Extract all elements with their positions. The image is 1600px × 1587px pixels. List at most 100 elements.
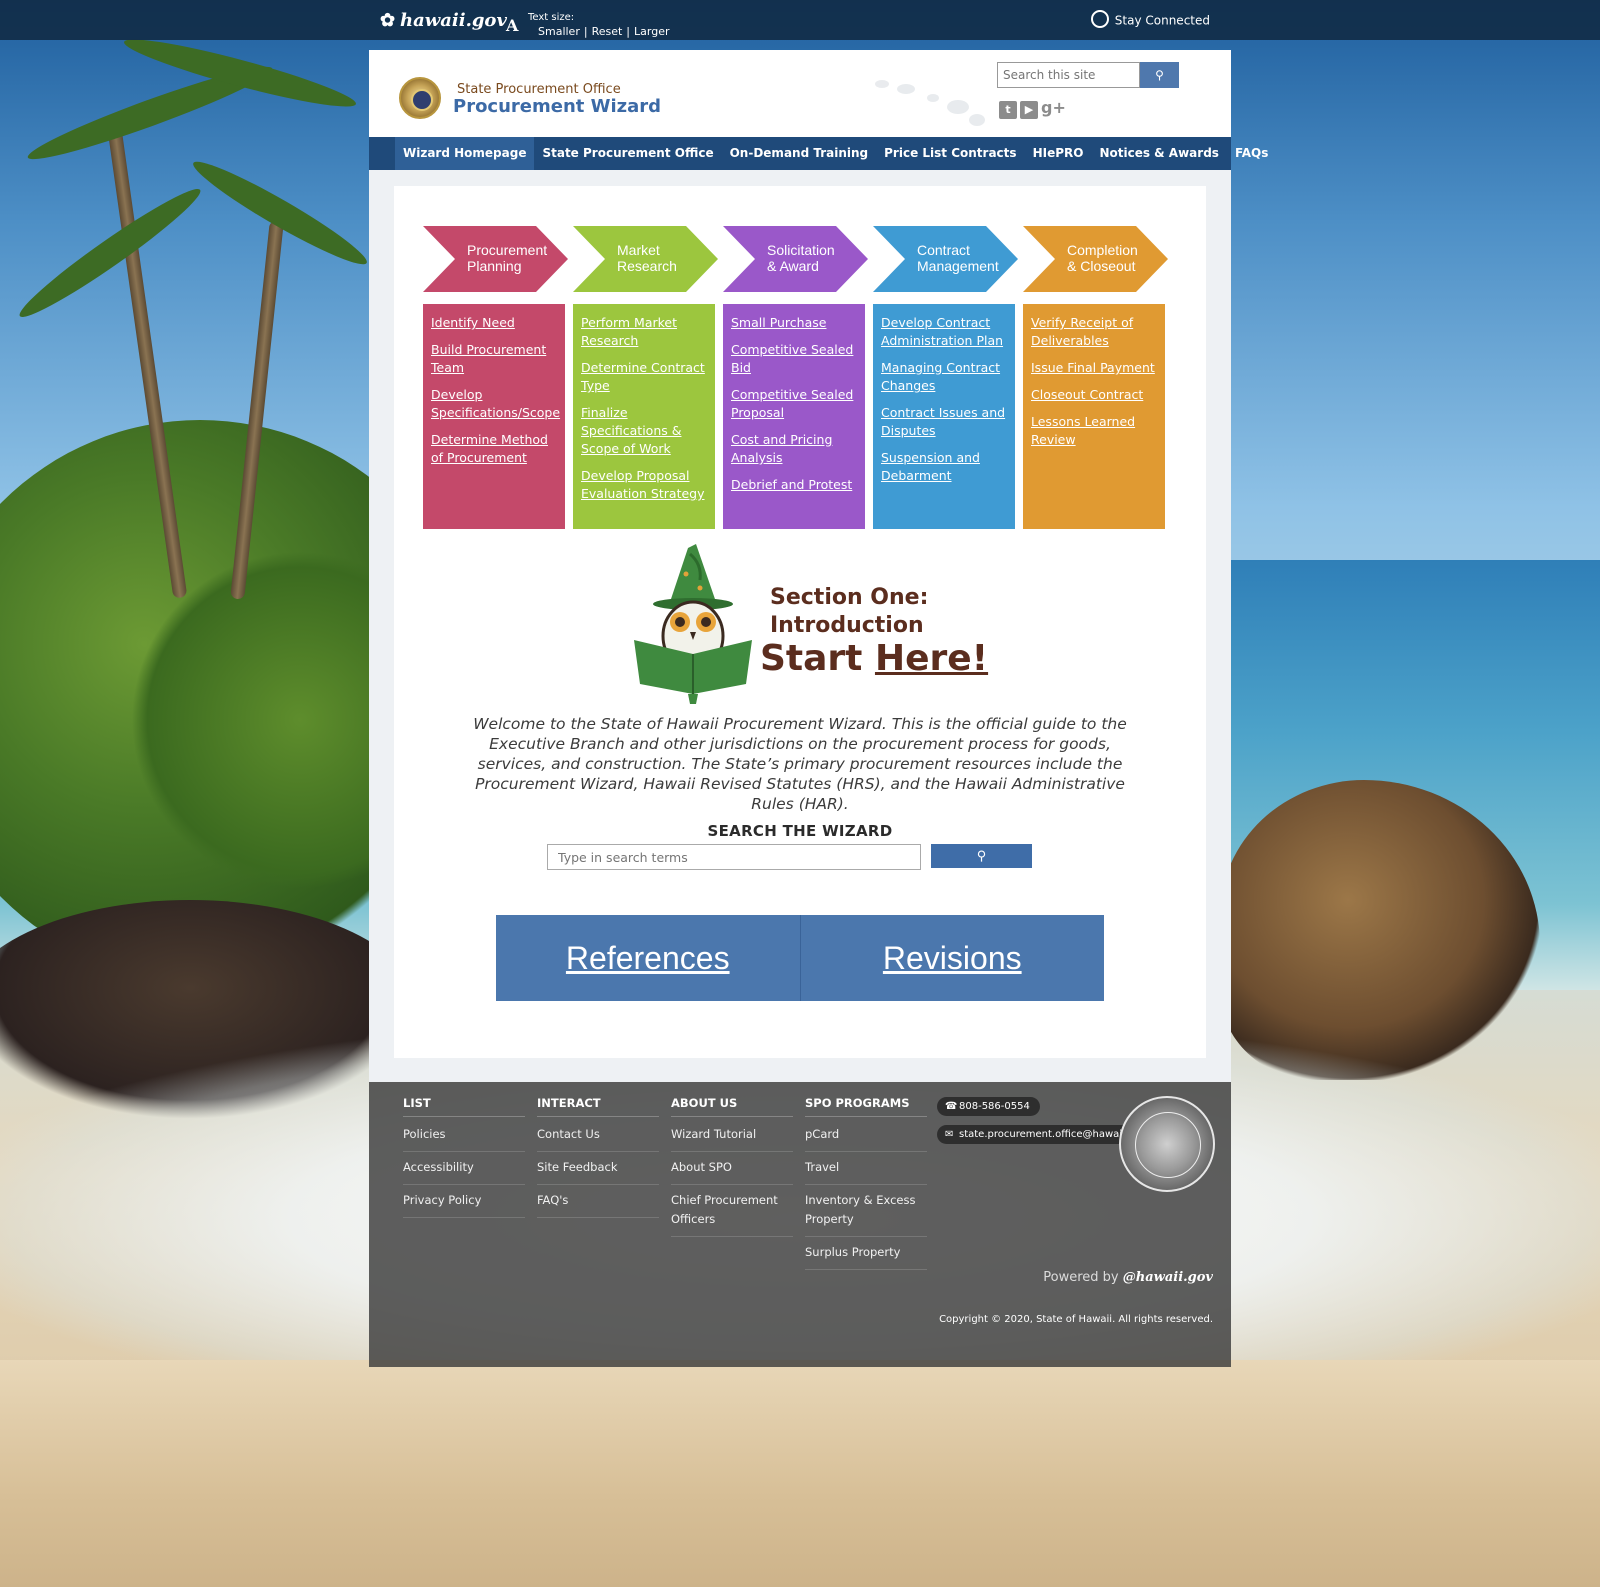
step-title-line: Procurement — [467, 242, 548, 258]
link-determine-method[interactable]: Determine Method of Procurement — [431, 431, 557, 467]
globe-icon — [1090, 10, 1109, 28]
hibiscus-icon: ✿ — [380, 10, 396, 31]
link-cost-pricing-analysis[interactable]: Cost and Pricing Analysis — [731, 431, 857, 467]
nav-hiepro[interactable]: HIePRO — [1025, 137, 1092, 170]
text-size-icon: A — [506, 16, 519, 35]
wizard-search-button[interactable]: ⚲ — [931, 844, 1032, 868]
text-larger-link[interactable]: Larger — [634, 25, 669, 38]
step-arrow[interactable]: Completion & Closeout — [1023, 226, 1168, 292]
search-icon: ⚲ — [1155, 68, 1164, 82]
footer-link-feedback[interactable]: Site Feedback — [537, 1158, 659, 1185]
wizard-search-input[interactable] — [547, 844, 921, 870]
google-plus-icon[interactable]: g+ — [1041, 99, 1066, 117]
link-identify-need[interactable]: Identify Need — [431, 314, 557, 332]
twitter-icon[interactable]: t — [999, 101, 1017, 119]
step-links-box: Perform Market Research Determine Contra… — [573, 304, 715, 529]
main-nav: Wizard Homepage State Procurement Office… — [369, 137, 1268, 170]
step-arrow[interactable]: Contract Management — [873, 226, 1018, 292]
footer-link-accessibility[interactable]: Accessibility — [403, 1158, 525, 1185]
site-search-input[interactable] — [997, 62, 1140, 88]
link-perform-market-research[interactable]: Perform Market Research — [581, 314, 707, 350]
section-title: Introduction — [770, 613, 924, 638]
footer-link-privacy[interactable]: Privacy Policy — [403, 1191, 525, 1218]
link-finalize-specifications[interactable]: Finalize Specifications & Scope of Work — [581, 404, 707, 458]
state-of-hawaii-seal — [1119, 1096, 1215, 1192]
footer-link-contact[interactable]: Contact Us — [537, 1125, 659, 1152]
islands-map-graphic — [869, 70, 989, 130]
step-title-line: Solicitation — [767, 242, 835, 258]
step-arrow[interactable]: Procurement Planning — [423, 226, 568, 292]
state-seal-logo[interactable] — [399, 77, 441, 119]
references-button[interactable]: References — [496, 915, 801, 1001]
link-build-procurement-team[interactable]: Build Procurement Team — [431, 341, 557, 377]
nav-wizard-homepage[interactable]: Wizard Homepage — [395, 137, 535, 170]
footer-column-interact: INTERACT Contact Us Site Feedback FAQ's — [537, 1096, 659, 1224]
footer-link-about-spo[interactable]: About SPO — [671, 1158, 793, 1185]
site-subtitle: State Procurement Office — [457, 82, 621, 97]
link-verify-receipt[interactable]: Verify Receipt of Deliverables — [1031, 314, 1157, 350]
powered-by: Powered by @hawaii.gov — [1043, 1270, 1213, 1285]
step-links-box: Identify Need Build Procurement Team Dev… — [423, 304, 565, 529]
footer-link-faqs[interactable]: FAQ's — [537, 1191, 659, 1218]
link-closeout-contract[interactable]: Closeout Contract — [1031, 386, 1157, 404]
text-reset-link[interactable]: Reset — [592, 25, 623, 38]
revisions-button[interactable]: Revisions — [800, 915, 1104, 1001]
main-content: Procurement Planning Identify Need Build … — [394, 186, 1206, 1058]
envelope-icon: ✉ — [945, 1129, 954, 1140]
footer-column-list: LIST Policies Accessibility Privacy Poli… — [403, 1096, 525, 1224]
step-title-line: Planning — [467, 258, 522, 274]
footer-heading: INTERACT — [537, 1096, 659, 1117]
section-label: Section One: — [770, 585, 929, 610]
footer-column-programs: SPO PROGRAMS pCard Travel Inventory & Ex… — [805, 1096, 927, 1276]
phone-icon: ☎ — [945, 1101, 958, 1112]
nav-state-procurement-office[interactable]: State Procurement Office — [534, 137, 721, 170]
site-search-button[interactable]: ⚲ — [1140, 62, 1179, 88]
step-arrow[interactable]: Solicitation & Award — [723, 226, 868, 292]
footer-link-travel[interactable]: Travel — [805, 1158, 927, 1185]
intro-start-here[interactable]: Section One: Introduction Start Here! — [630, 544, 988, 704]
hawaii-gov-wordmark[interactable]: @hawaii.gov — [1123, 1270, 1213, 1285]
footer-link-surplus[interactable]: Surplus Property — [805, 1243, 927, 1270]
nav-notices-awards[interactable]: Notices & Awards — [1091, 137, 1226, 170]
nav-faqs[interactable]: FAQs — [1227, 137, 1276, 170]
footer-link-pcard[interactable]: pCard — [805, 1125, 927, 1152]
footer-link-inventory[interactable]: Inventory & Excess Property — [805, 1191, 927, 1237]
site-title[interactable]: Procurement Wizard — [453, 96, 661, 117]
site-search: ⚲ — [997, 62, 1179, 88]
stay-connected-link[interactable]: Stay Connected — [1090, 10, 1210, 30]
footer-link-tutorial[interactable]: Wizard Tutorial — [671, 1125, 793, 1152]
content-area: Procurement Planning Identify Need Build … — [369, 170, 1231, 1082]
link-managing-contract-changes[interactable]: Managing Contract Changes — [881, 359, 1007, 395]
link-issue-final-payment[interactable]: Issue Final Payment — [1031, 359, 1157, 377]
site-header: State Procurement Office Procurement Wiz… — [369, 50, 1231, 137]
wizard-search: ⚲ — [547, 844, 1057, 870]
link-contract-issues-disputes[interactable]: Contract Issues and Disputes — [881, 404, 1007, 440]
nav-on-demand-training[interactable]: On-Demand Training — [722, 137, 877, 170]
link-debrief-protest[interactable]: Debrief and Protest — [731, 476, 857, 494]
step-title-line: Completion — [1067, 242, 1138, 258]
footer-link-policies[interactable]: Policies — [403, 1125, 525, 1152]
youtube-icon[interactable]: ▶ — [1020, 101, 1038, 119]
link-develop-proposal-evaluation[interactable]: Develop Proposal Evaluation Strategy — [581, 467, 707, 503]
hawaii-gov-logo[interactable]: ✿ hawaii.gov — [380, 10, 507, 31]
footer-link-cpo[interactable]: Chief Procurement Officers — [671, 1191, 793, 1237]
link-small-purchase[interactable]: Small Purchase — [731, 314, 857, 332]
wizard-owl-icon — [634, 544, 752, 704]
utility-bar: ✿ hawaii.gov A Text size: Smaller | Reset | L… — [0, 0, 1600, 40]
search-icon: ⚲ — [976, 848, 987, 863]
link-determine-contract-type[interactable]: Determine Contract Type — [581, 359, 707, 395]
step-title-line: Management — [917, 258, 999, 274]
footer-heading: SPO PROGRAMS — [805, 1096, 927, 1117]
start-here-link[interactable]: Start Here! — [760, 638, 988, 679]
link-competitive-sealed-proposal[interactable]: Competitive Sealed Proposal — [731, 386, 857, 422]
link-suspension-debarment[interactable]: Suspension and Debarment — [881, 449, 1007, 485]
step-arrow[interactable]: Market Research — [573, 226, 718, 292]
link-competitive-sealed-bid[interactable]: Competitive Sealed Bid — [731, 341, 857, 377]
link-lessons-learned[interactable]: Lessons Learned Review — [1031, 413, 1157, 449]
text-smaller-link[interactable]: Smaller — [538, 25, 580, 38]
link-contract-admin-plan[interactable]: Develop Contract Administration Plan — [881, 314, 1007, 350]
nav-price-list-contracts[interactable]: Price List Contracts — [876, 137, 1024, 170]
link-develop-specifications[interactable]: Develop Specifications/Scope — [431, 386, 560, 422]
phone-pill[interactable]: ☎ 808-586-0554 — [937, 1097, 1040, 1116]
welcome-text: Welcome to the State of Hawaii Procureme… — [473, 715, 1127, 813]
